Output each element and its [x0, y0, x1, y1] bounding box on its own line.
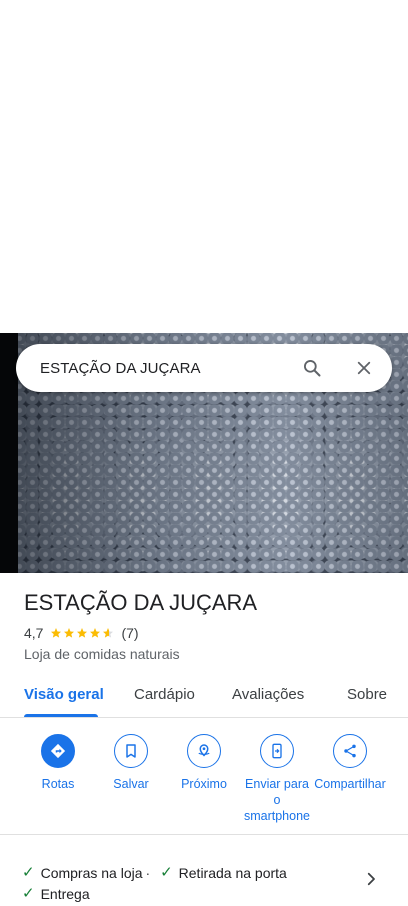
check-icon: ✓ [22, 885, 35, 902]
tab-menu[interactable]: Cardápio [134, 686, 195, 703]
directions-button[interactable]: Rotas [21, 734, 95, 792]
rating-stars [50, 627, 115, 639]
service-item: ✓ Entrega [22, 885, 90, 902]
review-count[interactable]: (7) [121, 625, 138, 641]
star-icon [51, 628, 62, 638]
star-icon [64, 628, 75, 638]
place-category: Loja de comidas naturais [24, 646, 180, 662]
send-to-phone-label: Enviar para o smartphone [243, 777, 310, 823]
service-options[interactable]: ✓ Compras na loja · ✓ Retirada na porta ✓ En… [22, 862, 362, 904]
tab-about[interactable]: Sobre [347, 686, 387, 703]
directions-icon [41, 734, 75, 768]
share-icon [333, 734, 367, 768]
section-divider [0, 834, 408, 835]
rating-row[interactable]: 4,7 (7) [24, 625, 139, 641]
tab-reviews[interactable]: Avaliações [232, 686, 304, 703]
search-icon[interactable] [292, 348, 332, 388]
action-bar: Rotas Salvar Próximo Enviar para o smart… [0, 734, 408, 834]
send-to-phone-icon [260, 734, 294, 768]
blank-map-area [0, 0, 408, 333]
bookmark-icon [114, 734, 148, 768]
share-button[interactable]: Compartilhar [313, 734, 387, 792]
rating-value: 4,7 [24, 625, 44, 641]
tab-overview[interactable]: Visão geral [24, 686, 104, 703]
separator: · [145, 865, 151, 881]
service-item: ✓ Retirada na porta [160, 864, 287, 881]
save-label: Salvar [113, 777, 149, 791]
check-icon: ✓ [22, 864, 35, 881]
search-input[interactable]: ESTAÇÃO DA JUÇARA [40, 360, 292, 377]
save-button[interactable]: Salvar [94, 734, 168, 792]
nearby-button[interactable]: Próximo [167, 734, 241, 792]
chevron-right-icon[interactable] [362, 870, 380, 888]
nearby-label: Próximo [181, 777, 227, 791]
directions-label: Rotas [41, 777, 75, 791]
check-icon: ✓ [160, 864, 173, 881]
search-bar[interactable]: ESTAÇÃO DA JUÇARA [16, 344, 392, 392]
send-to-phone-button[interactable]: Enviar para o smartphone [240, 734, 314, 824]
star-icon [90, 628, 101, 638]
star-half-icon [103, 628, 114, 638]
service-item: ✓ Compras na loja · [22, 864, 151, 881]
active-tab-indicator [24, 714, 98, 717]
share-label: Compartilhar [314, 777, 386, 791]
nearby-icon [187, 734, 221, 768]
close-icon[interactable] [344, 348, 384, 388]
tab-bar: Visão geral Cardápio Avaliações Sobre [0, 680, 408, 718]
place-title: ESTAÇÃO DA JUÇARA [24, 590, 258, 615]
star-icon [77, 628, 88, 638]
